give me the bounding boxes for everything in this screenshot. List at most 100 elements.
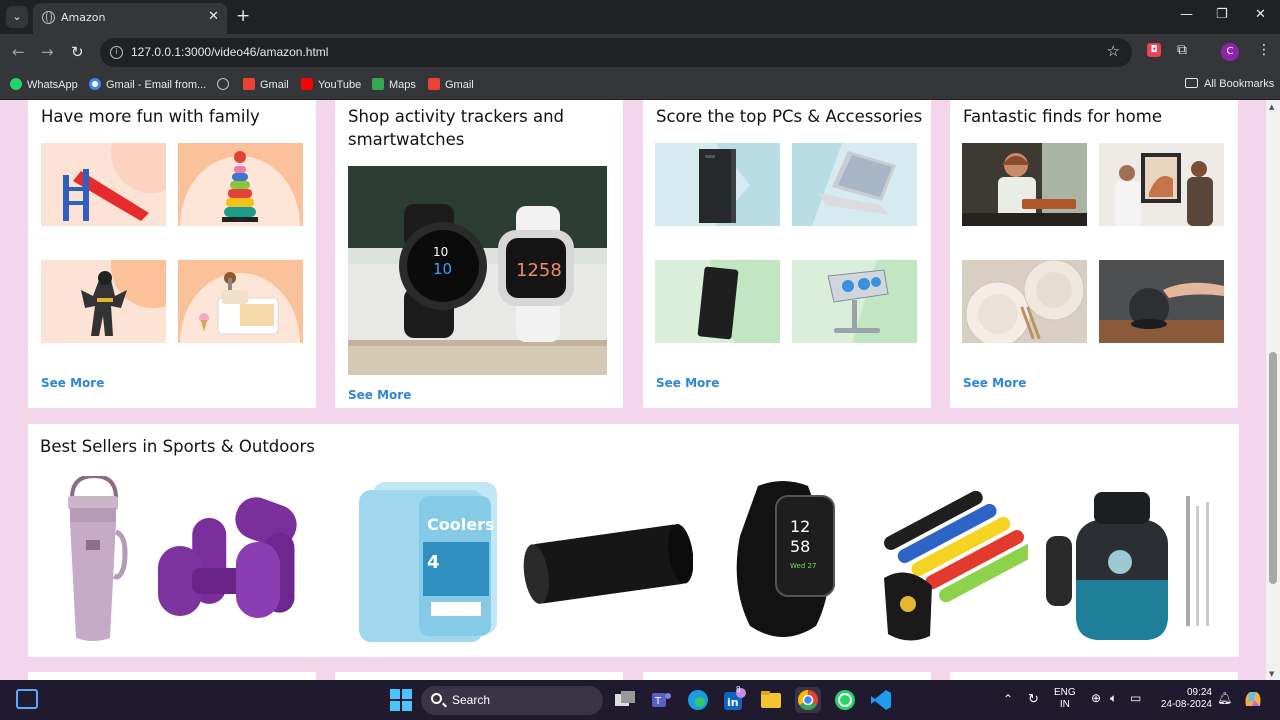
clock[interactable]: 09:24 24-08-2024	[1158, 687, 1212, 711]
bookmark-globe[interactable]	[217, 78, 234, 91]
profile-avatar[interactable]: C	[1221, 43, 1239, 61]
svg-text:12: 12	[790, 517, 810, 536]
bookmark-youtube[interactable]: YouTube	[301, 78, 361, 91]
smart-speaker-image[interactable]	[1099, 260, 1224, 343]
tab-search-button[interactable]: ⌄	[6, 6, 28, 28]
svg-text:1258: 1258	[516, 260, 562, 281]
google-icon	[89, 78, 101, 90]
chrome-icon[interactable]	[795, 687, 821, 713]
maximize-button[interactable]: ❐	[1216, 7, 1228, 22]
globe-icon	[42, 11, 55, 24]
minimize-button[interactable]: —	[1180, 7, 1193, 22]
search-icon	[431, 693, 442, 704]
product-resistance-bands[interactable]	[878, 476, 1028, 644]
task-view-icon[interactable]	[613, 688, 637, 712]
scrollbar-thumb[interactable]	[1269, 352, 1277, 584]
bookmark-gmail-email[interactable]: Gmail - Email from...	[89, 78, 206, 91]
back-button[interactable]: ←	[12, 43, 25, 61]
page-scrollbar[interactable]: ▲ ▼	[1266, 100, 1280, 680]
see-more-link[interactable]: See More	[348, 388, 411, 402]
product-tumbler[interactable]	[58, 476, 128, 644]
notifications-bell-icon[interactable]: 🔔︎	[1217, 691, 1232, 705]
taskbar-search-box[interactable]: Search	[421, 686, 603, 715]
youtube-icon	[301, 78, 313, 90]
laptop-stand-image[interactable]	[792, 260, 917, 343]
close-tab-icon[interactable]: ✕	[208, 9, 219, 24]
url-text[interactable]: 127.0.0.1:3000/video46/amazon.html	[131, 45, 328, 59]
product-fitness-tracker[interactable]: 12 58 Wed 27	[718, 476, 848, 644]
all-bookmarks-button[interactable]: All Bookmarks	[1185, 78, 1274, 90]
sync-icon[interactable]: ↻	[1028, 691, 1039, 707]
see-more-link[interactable]: See More	[656, 376, 719, 390]
see-more-link[interactable]: See More	[41, 376, 104, 390]
reload-button[interactable]: ↻	[71, 43, 84, 61]
maps-icon	[372, 78, 384, 90]
whatsapp-icon[interactable]	[833, 688, 857, 712]
site-info-icon[interactable]: i	[110, 46, 123, 59]
bookmark-star-icon[interactable]: ☆	[1107, 42, 1120, 60]
ice-cream-toy-image[interactable]	[178, 260, 303, 343]
product-ice-packs[interactable]: Coolers 4	[341, 476, 499, 644]
widgets-icon[interactable]	[16, 689, 38, 709]
scroll-up-arrow-icon[interactable]: ▲	[1269, 103, 1274, 111]
smartwatches-image[interactable]: 10 10 1258	[348, 166, 607, 375]
product-dumbbells[interactable]	[148, 476, 318, 644]
volume-icon[interactable]: 🔈︎	[1110, 691, 1117, 706]
vscode-icon[interactable]	[869, 688, 893, 712]
ceramic-plates-image[interactable]	[962, 260, 1087, 343]
bookmarks-bar: WhatsApp Gmail - Email from... Gmail You…	[0, 71, 1280, 100]
page-viewport: Have more fun with family See More Shop …	[0, 100, 1266, 680]
slide-toy-image[interactable]	[41, 143, 166, 226]
linkedin-icon[interactable]: in 8	[722, 685, 746, 712]
pocket-extension-icon[interactable]: ◘	[1147, 43, 1161, 57]
svg-text:58: 58	[790, 537, 810, 556]
svg-text:Coolers: Coolers	[427, 515, 494, 534]
hanging-picture-image[interactable]	[1099, 143, 1224, 226]
card-smartwatches: Shop activity trackers and smartwatches …	[335, 100, 623, 408]
address-bar[interactable]: i 127.0.0.1:3000/video46/amazon.html ☆	[100, 38, 1132, 67]
language-indicator[interactable]: ENG IN	[1054, 687, 1076, 711]
hard-drive-image[interactable]	[655, 260, 780, 343]
card-title: Shop activity trackers and smartwatches	[348, 107, 565, 149]
gmail-icon	[243, 78, 255, 90]
notification-badge: 8	[736, 685, 741, 694]
bookmark-whatsapp[interactable]: WhatsApp	[10, 78, 78, 91]
bookmark-gmail-2[interactable]: Gmail	[428, 78, 474, 91]
product-foam-roller[interactable]	[523, 476, 693, 644]
close-window-button[interactable]: ✕	[1255, 7, 1266, 22]
scroll-down-arrow-icon[interactable]: ▼	[1269, 670, 1274, 678]
svg-text:Wed 27: Wed 27	[790, 562, 816, 570]
forward-button[interactable]: →	[41, 43, 54, 61]
stacking-rings-image[interactable]	[178, 143, 303, 226]
file-explorer-icon[interactable]	[759, 688, 783, 712]
product-water-bottle[interactable]	[1046, 476, 1216, 644]
desktop-pc-image[interactable]	[655, 143, 780, 226]
laptop-image[interactable]	[792, 143, 917, 226]
windows-start-icon[interactable]	[389, 688, 413, 712]
bookmark-maps[interactable]: Maps	[372, 78, 416, 91]
browser-menu-icon[interactable]: ⋮	[1257, 42, 1271, 58]
batman-figure-image[interactable]	[41, 260, 166, 343]
section-title: Best Sellers in Sports & Outdoors	[40, 437, 315, 456]
show-hidden-icons[interactable]: ⌃	[1003, 692, 1013, 706]
copilot-icon[interactable]	[1242, 688, 1264, 710]
extensions-icon[interactable]: ⧉	[1177, 42, 1187, 58]
see-more-link[interactable]: See More	[963, 376, 1026, 390]
svg-text:10: 10	[433, 245, 448, 259]
card-title: Score the top PCs & Accessories	[656, 107, 923, 126]
card-family: Have more fun with family See More	[28, 100, 316, 408]
battery-icon[interactable]: ▭	[1130, 691, 1141, 705]
new-tab-button[interactable]: +	[236, 6, 250, 26]
globe-icon	[217, 78, 229, 90]
tab-amazon[interactable]: Amazon ✕	[33, 3, 227, 34]
card-title: Have more fun with family	[41, 107, 260, 126]
search-label: Search	[452, 693, 491, 707]
gmail-icon	[428, 78, 440, 90]
network-icon[interactable]: ⊕	[1091, 691, 1101, 705]
kitchen-baking-image[interactable]	[962, 143, 1087, 226]
edge-icon[interactable]	[686, 688, 710, 712]
teams-icon[interactable]: T	[649, 688, 673, 712]
os-taskbar: Search T in 8 ⌃ ↻ ENG IN ⊕ 🔈︎ ▭ 09:24 24-08…	[0, 680, 1280, 720]
folder-icon	[1185, 78, 1198, 88]
bookmark-gmail[interactable]: Gmail	[243, 78, 289, 91]
